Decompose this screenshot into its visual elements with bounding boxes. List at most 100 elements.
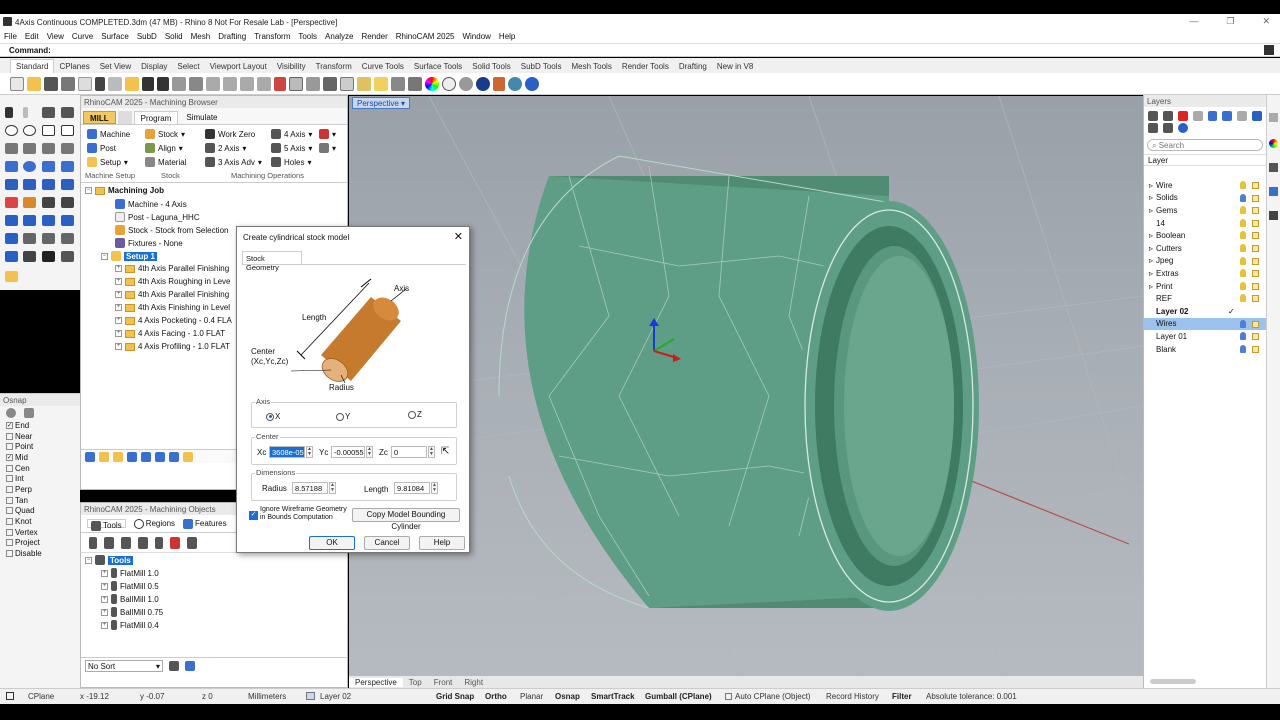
lock-icon[interactable] — [1252, 219, 1259, 227]
expand-icon[interactable]: ▹ — [1149, 269, 1153, 278]
info-icon[interactable] — [155, 452, 165, 462]
mill-settings-icon[interactable] — [117, 111, 132, 124]
osnap-checkbox[interactable] — [6, 485, 13, 493]
length-input[interactable]: 9.81084 — [394, 482, 430, 494]
zoom-extents-icon[interactable] — [240, 76, 254, 91]
tab-standard[interactable]: Standard — [10, 59, 55, 73]
menu-file[interactable]: File — [0, 32, 21, 41]
tools-root[interactable]: − Tools — [85, 555, 133, 565]
copy-bounding-cylinder-button[interactable]: Copy Model Bounding Cylinder — [352, 508, 460, 531]
corner-radius-mill-icon[interactable] — [121, 537, 131, 549]
close-icon[interactable]: ✕ — [1262, 16, 1270, 27]
move-up-icon[interactable] — [1207, 111, 1218, 121]
tab-mesh-tools[interactable]: Mesh Tools — [567, 60, 617, 73]
sphere-icon[interactable] — [23, 161, 36, 172]
lock-icon[interactable] — [1252, 207, 1259, 215]
flat-mill-icon[interactable] — [89, 537, 97, 549]
hide-icon[interactable] — [340, 76, 354, 91]
machine-button[interactable]: Machine — [87, 129, 130, 139]
zoom-icon[interactable] — [206, 76, 220, 91]
help-icon[interactable] — [525, 76, 539, 91]
revolve-icon[interactable] — [42, 179, 55, 190]
light-bulb-icon[interactable] — [1240, 206, 1246, 215]
wireframe-sphere-icon[interactable] — [442, 76, 456, 91]
light-bulb-icon[interactable] — [1240, 181, 1246, 189]
tool-item[interactable]: + FlatMill 0.4 — [101, 620, 159, 630]
properties-tab-icon[interactable] — [1269, 113, 1278, 122]
tab-viewport-layout[interactable]: Viewport Layout — [205, 60, 272, 73]
lock-icon[interactable] — [1252, 232, 1259, 240]
menu-analyze[interactable]: Analyze — [321, 32, 357, 41]
tree-post[interactable]: Post - Laguna_HHC — [115, 212, 200, 222]
analyze-icon[interactable] — [5, 251, 18, 262]
select-icon[interactable] — [323, 76, 337, 91]
planar-toggle[interactable]: Planar — [520, 692, 543, 701]
new-sublayer-icon[interactable] — [1162, 111, 1173, 121]
record-history-toggle[interactable]: Record History — [826, 692, 879, 701]
setup-button[interactable]: Setup ▾ — [87, 157, 128, 167]
split-icon[interactable] — [23, 197, 36, 208]
command-line[interactable]: Command: — [0, 43, 1280, 57]
tree-op[interactable]: +4 Axis Profiling - 1.0 FLAT — [115, 342, 230, 351]
menu-mesh[interactable]: Mesh — [187, 32, 215, 41]
materials-tab-icon[interactable] — [1269, 139, 1278, 148]
tab-drafting[interactable]: Drafting — [674, 60, 712, 73]
menu-view[interactable]: View — [43, 32, 68, 41]
filter-icon[interactable] — [1252, 111, 1262, 121]
tab-perspective[interactable]: Perspective — [349, 677, 403, 687]
menu-solid[interactable]: Solid — [161, 32, 187, 41]
report-icon[interactable] — [183, 452, 193, 462]
tree-op[interactable]: +4th Axis Finishing in Level — [115, 303, 230, 312]
properties-icon[interactable] — [408, 76, 422, 91]
control-points-icon[interactable] — [23, 251, 36, 262]
auto-cplane-toggle[interactable]: Auto CPlane (Object) — [735, 692, 811, 701]
material-button[interactable]: Material — [145, 157, 186, 167]
lock-icon[interactable] — [1252, 245, 1259, 252]
smarttrack-toggle[interactable]: SmartTrack — [591, 692, 635, 701]
holes-button[interactable]: Holes ▾ — [271, 157, 311, 167]
tab-top[interactable]: Top — [403, 678, 428, 687]
cplane-icon[interactable] — [306, 76, 320, 91]
tab-surface-tools[interactable]: Surface Tools — [409, 60, 467, 73]
more-ops-button[interactable]: ▾ — [319, 143, 336, 153]
cylinder-icon[interactable] — [42, 161, 55, 172]
move-to-parent-icon[interactable] — [1237, 111, 1248, 121]
light-bulb-icon[interactable] — [1240, 319, 1246, 328]
cone-icon[interactable] — [61, 161, 74, 172]
curve-icon[interactable] — [23, 143, 36, 154]
line-icon[interactable] — [42, 107, 55, 118]
import-icon[interactable] — [78, 76, 92, 91]
tab-right[interactable]: Right — [458, 678, 489, 687]
osnap-knot[interactable]: Knot — [0, 516, 80, 527]
new-layer-icon[interactable] — [1148, 111, 1158, 121]
tab-display[interactable]: Display — [136, 60, 172, 73]
axis-z-radio[interactable]: Z — [408, 410, 422, 419]
layer-row[interactable]: ▹ Solids — [1144, 192, 1266, 205]
xc-spinner[interactable]: ▲ ▼ — [306, 446, 313, 458]
expand-icon[interactable]: ▹ — [1149, 244, 1153, 253]
tree-stock[interactable]: Stock - Stock from Selection — [115, 225, 228, 235]
menu-render[interactable]: Render — [358, 32, 392, 41]
ellipse-icon[interactable] — [23, 125, 36, 136]
lock-icon[interactable] — [1252, 333, 1259, 341]
osnap-checkbox[interactable] — [6, 496, 13, 504]
menu-subd[interactable]: SubD — [133, 32, 161, 41]
layer-row[interactable]: Layer 02 ✓ — [1144, 305, 1266, 318]
rotate-icon[interactable] — [42, 215, 55, 226]
drafting-icon[interactable] — [5, 271, 18, 282]
sort-select[interactable]: No Sort ▾ — [85, 659, 163, 672]
settings-icon[interactable] — [169, 452, 179, 462]
ortho-toggle[interactable]: Ortho — [485, 692, 507, 701]
taper-mill-icon[interactable] — [155, 537, 163, 549]
osnap-checkbox[interactable] — [6, 550, 13, 558]
offset-icon[interactable] — [61, 143, 74, 154]
osnap-checkbox[interactable] — [6, 475, 13, 483]
tab-regions[interactable]: Regions — [133, 519, 175, 529]
menu-window[interactable]: Window — [458, 32, 494, 41]
vee-mill-icon[interactable] — [138, 537, 148, 549]
open-file-icon[interactable] — [27, 76, 41, 91]
new-file-icon[interactable] — [10, 76, 24, 91]
tab-set-view[interactable]: Set View — [95, 60, 136, 73]
light-bulb-icon[interactable] — [374, 76, 388, 91]
xc-input[interactable]: 3608e-05 — [269, 446, 305, 458]
